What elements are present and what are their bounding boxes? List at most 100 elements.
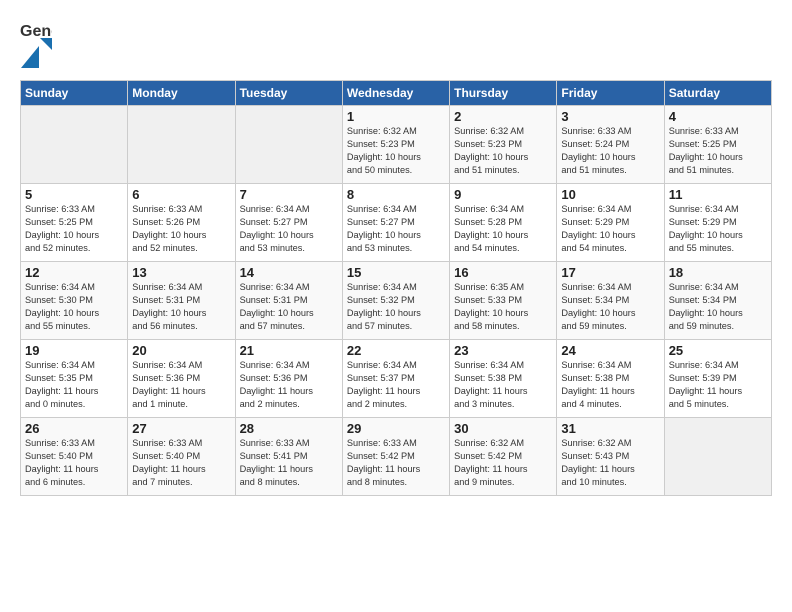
day-number: 4	[669, 109, 767, 124]
day-info: Sunrise: 6:33 AM Sunset: 5:40 PM Dayligh…	[25, 437, 123, 489]
day-number: 8	[347, 187, 445, 202]
day-info: Sunrise: 6:34 AM Sunset: 5:30 PM Dayligh…	[25, 281, 123, 333]
calendar-cell: 25Sunrise: 6:34 AM Sunset: 5:39 PM Dayli…	[664, 340, 771, 418]
day-info: Sunrise: 6:34 AM Sunset: 5:39 PM Dayligh…	[669, 359, 767, 411]
calendar-cell: 31Sunrise: 6:32 AM Sunset: 5:43 PM Dayli…	[557, 418, 664, 496]
calendar-cell: 15Sunrise: 6:34 AM Sunset: 5:32 PM Dayli…	[342, 262, 449, 340]
calendar-cell: 16Sunrise: 6:35 AM Sunset: 5:33 PM Dayli…	[450, 262, 557, 340]
calendar-cell: 17Sunrise: 6:34 AM Sunset: 5:34 PM Dayli…	[557, 262, 664, 340]
calendar-cell: 4Sunrise: 6:33 AM Sunset: 5:25 PM Daylig…	[664, 106, 771, 184]
day-number: 31	[561, 421, 659, 436]
weekday-header: Saturday	[664, 81, 771, 106]
day-number: 13	[132, 265, 230, 280]
day-info: Sunrise: 6:33 AM Sunset: 5:24 PM Dayligh…	[561, 125, 659, 177]
day-info: Sunrise: 6:34 AM Sunset: 5:38 PM Dayligh…	[561, 359, 659, 411]
logo-triangle-icon	[21, 46, 39, 68]
day-number: 2	[454, 109, 552, 124]
calendar-cell: 20Sunrise: 6:34 AM Sunset: 5:36 PM Dayli…	[128, 340, 235, 418]
logo: General	[20, 18, 52, 68]
weekday-header: Monday	[128, 81, 235, 106]
calendar-week-row: 26Sunrise: 6:33 AM Sunset: 5:40 PM Dayli…	[21, 418, 772, 496]
day-info: Sunrise: 6:34 AM Sunset: 5:37 PM Dayligh…	[347, 359, 445, 411]
day-number: 26	[25, 421, 123, 436]
day-number: 17	[561, 265, 659, 280]
day-info: Sunrise: 6:33 AM Sunset: 5:42 PM Dayligh…	[347, 437, 445, 489]
calendar-cell: 12Sunrise: 6:34 AM Sunset: 5:30 PM Dayli…	[21, 262, 128, 340]
day-number: 15	[347, 265, 445, 280]
calendar-cell: 2Sunrise: 6:32 AM Sunset: 5:23 PM Daylig…	[450, 106, 557, 184]
day-number: 18	[669, 265, 767, 280]
day-number: 3	[561, 109, 659, 124]
day-info: Sunrise: 6:34 AM Sunset: 5:38 PM Dayligh…	[454, 359, 552, 411]
day-number: 10	[561, 187, 659, 202]
day-number: 16	[454, 265, 552, 280]
calendar-cell: 1Sunrise: 6:32 AM Sunset: 5:23 PM Daylig…	[342, 106, 449, 184]
calendar-cell: 6Sunrise: 6:33 AM Sunset: 5:26 PM Daylig…	[128, 184, 235, 262]
page-container: General SundayMondayTuesdayWednesdayThur…	[0, 0, 792, 506]
weekday-header: Wednesday	[342, 81, 449, 106]
day-info: Sunrise: 6:34 AM Sunset: 5:31 PM Dayligh…	[240, 281, 338, 333]
calendar-cell: 27Sunrise: 6:33 AM Sunset: 5:40 PM Dayli…	[128, 418, 235, 496]
calendar-cell: 5Sunrise: 6:33 AM Sunset: 5:25 PM Daylig…	[21, 184, 128, 262]
day-number: 12	[25, 265, 123, 280]
calendar-cell	[235, 106, 342, 184]
weekday-header: Sunday	[21, 81, 128, 106]
calendar-cell: 24Sunrise: 6:34 AM Sunset: 5:38 PM Dayli…	[557, 340, 664, 418]
day-number: 5	[25, 187, 123, 202]
day-info: Sunrise: 6:34 AM Sunset: 5:36 PM Dayligh…	[240, 359, 338, 411]
day-number: 24	[561, 343, 659, 358]
day-number: 30	[454, 421, 552, 436]
calendar-cell: 14Sunrise: 6:34 AM Sunset: 5:31 PM Dayli…	[235, 262, 342, 340]
day-info: Sunrise: 6:33 AM Sunset: 5:25 PM Dayligh…	[25, 203, 123, 255]
day-number: 9	[454, 187, 552, 202]
calendar-cell: 7Sunrise: 6:34 AM Sunset: 5:27 PM Daylig…	[235, 184, 342, 262]
weekday-header: Thursday	[450, 81, 557, 106]
day-info: Sunrise: 6:34 AM Sunset: 5:27 PM Dayligh…	[240, 203, 338, 255]
day-number: 1	[347, 109, 445, 124]
calendar-week-row: 19Sunrise: 6:34 AM Sunset: 5:35 PM Dayli…	[21, 340, 772, 418]
calendar-cell: 11Sunrise: 6:34 AM Sunset: 5:29 PM Dayli…	[664, 184, 771, 262]
calendar-cell: 10Sunrise: 6:34 AM Sunset: 5:29 PM Dayli…	[557, 184, 664, 262]
day-number: 23	[454, 343, 552, 358]
calendar-cell: 9Sunrise: 6:34 AM Sunset: 5:28 PM Daylig…	[450, 184, 557, 262]
calendar-cell	[128, 106, 235, 184]
calendar-cell: 22Sunrise: 6:34 AM Sunset: 5:37 PM Dayli…	[342, 340, 449, 418]
calendar-cell	[664, 418, 771, 496]
day-info: Sunrise: 6:32 AM Sunset: 5:43 PM Dayligh…	[561, 437, 659, 489]
day-info: Sunrise: 6:34 AM Sunset: 5:35 PM Dayligh…	[25, 359, 123, 411]
day-info: Sunrise: 6:33 AM Sunset: 5:40 PM Dayligh…	[132, 437, 230, 489]
day-info: Sunrise: 6:34 AM Sunset: 5:31 PM Dayligh…	[132, 281, 230, 333]
day-info: Sunrise: 6:34 AM Sunset: 5:34 PM Dayligh…	[669, 281, 767, 333]
day-info: Sunrise: 6:35 AM Sunset: 5:33 PM Dayligh…	[454, 281, 552, 333]
calendar-cell: 28Sunrise: 6:33 AM Sunset: 5:41 PM Dayli…	[235, 418, 342, 496]
calendar-week-row: 1Sunrise: 6:32 AM Sunset: 5:23 PM Daylig…	[21, 106, 772, 184]
svg-text:General: General	[20, 23, 52, 40]
calendar-cell: 18Sunrise: 6:34 AM Sunset: 5:34 PM Dayli…	[664, 262, 771, 340]
calendar-table: SundayMondayTuesdayWednesdayThursdayFrid…	[20, 80, 772, 496]
day-info: Sunrise: 6:34 AM Sunset: 5:34 PM Dayligh…	[561, 281, 659, 333]
day-number: 29	[347, 421, 445, 436]
day-number: 20	[132, 343, 230, 358]
day-info: Sunrise: 6:34 AM Sunset: 5:27 PM Dayligh…	[347, 203, 445, 255]
calendar-cell: 29Sunrise: 6:33 AM Sunset: 5:42 PM Dayli…	[342, 418, 449, 496]
day-number: 27	[132, 421, 230, 436]
calendar-cell: 8Sunrise: 6:34 AM Sunset: 5:27 PM Daylig…	[342, 184, 449, 262]
header: General	[20, 18, 772, 68]
day-info: Sunrise: 6:32 AM Sunset: 5:23 PM Dayligh…	[454, 125, 552, 177]
calendar-week-row: 5Sunrise: 6:33 AM Sunset: 5:25 PM Daylig…	[21, 184, 772, 262]
calendar-cell: 26Sunrise: 6:33 AM Sunset: 5:40 PM Dayli…	[21, 418, 128, 496]
day-number: 6	[132, 187, 230, 202]
weekday-header: Friday	[557, 81, 664, 106]
day-number: 21	[240, 343, 338, 358]
day-info: Sunrise: 6:34 AM Sunset: 5:29 PM Dayligh…	[561, 203, 659, 255]
day-number: 28	[240, 421, 338, 436]
day-number: 22	[347, 343, 445, 358]
day-number: 7	[240, 187, 338, 202]
day-info: Sunrise: 6:34 AM Sunset: 5:36 PM Dayligh…	[132, 359, 230, 411]
day-info: Sunrise: 6:32 AM Sunset: 5:23 PM Dayligh…	[347, 125, 445, 177]
calendar-header-row: SundayMondayTuesdayWednesdayThursdayFrid…	[21, 81, 772, 106]
calendar-cell: 13Sunrise: 6:34 AM Sunset: 5:31 PM Dayli…	[128, 262, 235, 340]
calendar-cell: 21Sunrise: 6:34 AM Sunset: 5:36 PM Dayli…	[235, 340, 342, 418]
day-info: Sunrise: 6:34 AM Sunset: 5:32 PM Dayligh…	[347, 281, 445, 333]
day-number: 14	[240, 265, 338, 280]
